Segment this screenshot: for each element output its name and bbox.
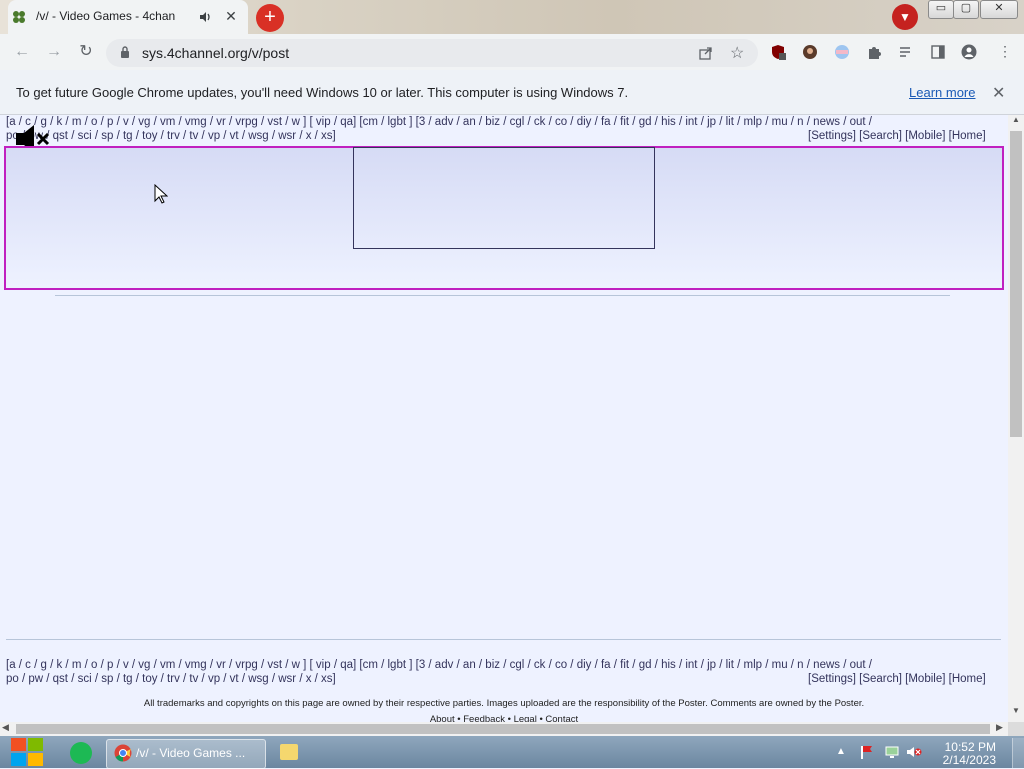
- cursor-icon: [154, 184, 168, 204]
- spotify-icon[interactable]: [70, 742, 92, 764]
- tab-title: /v/ - Video Games - 4chan: [36, 9, 176, 23]
- volume-muted-icon[interactable]: [906, 744, 922, 760]
- new-tab-button[interactable]: +: [256, 4, 284, 32]
- puzzle-icon[interactable]: [866, 44, 882, 60]
- show-desktop-button[interactable]: [1012, 738, 1024, 768]
- account-icon[interactable]: [961, 44, 977, 60]
- board-nav-top-line2[interactable]: po / pw / qst / sci / sp / tg / toy / tr…: [6, 129, 336, 143]
- ublock-icon[interactable]: [770, 44, 786, 60]
- minimize-button[interactable]: ▭: [928, 0, 954, 19]
- horizontal-scroll-thumb[interactable]: [16, 724, 990, 734]
- board-nav-bottom-line2[interactable]: po / pw / qst / sci / sp / tg / toy / tr…: [6, 672, 336, 686]
- share-icon[interactable]: [698, 45, 714, 61]
- taskbar-chrome-label: /v/ - Video Games ...: [136, 746, 246, 760]
- lock-icon[interactable]: [120, 46, 130, 58]
- chrome-icon: [114, 744, 132, 762]
- tab-close-button[interactable]: ✕: [222, 7, 240, 25]
- reading-list-icon[interactable]: [898, 44, 914, 60]
- maximize-button[interactable]: ▢: [953, 0, 979, 19]
- explorer-icon[interactable]: [280, 744, 298, 760]
- menu-icon[interactable]: ⋮: [998, 43, 1012, 60]
- back-icon[interactable]: ←: [12, 42, 32, 62]
- scroll-right-arrow[interactable]: ▶: [996, 722, 1003, 733]
- divider-top: [55, 295, 950, 296]
- divider-bottom: [6, 639, 1001, 640]
- forward-icon[interactable]: →: [44, 42, 64, 62]
- board-nav-bottom-line1[interactable]: [a / c / g / k / m / o / p / v / vg / vm…: [6, 658, 872, 672]
- window-close-button[interactable]: ✕: [980, 0, 1018, 19]
- clock-time[interactable]: 10:52 PM: [930, 740, 996, 754]
- board-nav-bottom-right[interactable]: [Settings] [Search] [Mobile] [Home]: [808, 672, 986, 686]
- learn-more-link[interactable]: Learn more: [909, 85, 975, 100]
- star-icon[interactable]: ☆: [730, 43, 744, 63]
- vertical-scroll-thumb[interactable]: [1010, 131, 1022, 437]
- board-nav-top-right[interactable]: [Settings] [Search] [Mobile] [Home]: [808, 129, 986, 143]
- tab-search-button[interactable]: ▼: [892, 4, 918, 30]
- scroll-up-arrow[interactable]: ▲: [1008, 115, 1024, 129]
- reload-icon[interactable]: ↻: [76, 42, 96, 62]
- infobar-close-button[interactable]: ✕: [992, 83, 1005, 103]
- scroll-left-arrow[interactable]: ◀: [2, 722, 9, 733]
- extension-icon[interactable]: [834, 44, 850, 60]
- infobar-message: To get future Google Chrome updates, you…: [16, 85, 629, 100]
- url-text[interactable]: sys.4channel.org/v/post: [142, 45, 289, 61]
- tray-expand-button[interactable]: ▲: [836, 746, 846, 757]
- network-icon[interactable]: [884, 744, 900, 760]
- scroll-down-arrow[interactable]: ▼: [1008, 706, 1024, 720]
- clock-date[interactable]: 2/14/2023: [930, 753, 996, 767]
- scrollbar-corner: [1008, 722, 1024, 736]
- footer-links[interactable]: About • Feedback • Legal • Contact: [0, 714, 1008, 722]
- profile-avatar-icon[interactable]: [802, 44, 818, 60]
- ad-placeholder-box[interactable]: [353, 147, 655, 249]
- flag-icon[interactable]: [858, 744, 874, 760]
- tab-audio-icon[interactable]: [198, 10, 212, 24]
- board-nav-top-line1[interactable]: [a / c / g / k / m / o / p / v / vg / vm…: [6, 115, 872, 129]
- windows-start-icon[interactable]: [8, 737, 46, 767]
- tab-favicon-icon: [13, 11, 25, 23]
- footer-disclaimer: All trademarks and copyrights on this pa…: [143, 698, 865, 709]
- side-panel-icon[interactable]: [930, 44, 946, 60]
